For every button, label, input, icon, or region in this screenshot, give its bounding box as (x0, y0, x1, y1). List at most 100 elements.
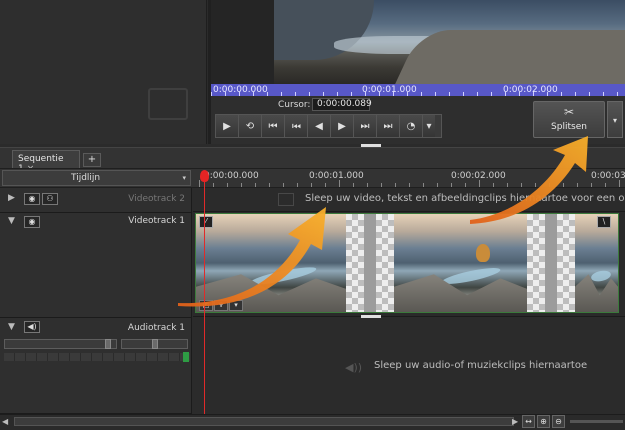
track-name: Videotrack 2 (128, 194, 185, 204)
play-button[interactable]: ▶ (216, 115, 239, 137)
track-name: Videotrack 1 (128, 216, 185, 226)
drop-hint-video: Sleep uw video, tekst en afbeeldingclips… (305, 193, 625, 204)
playhead-handle[interactable] (200, 170, 209, 182)
ruler-tick (479, 180, 480, 187)
clip-effects-icon[interactable]: ◩ (199, 300, 213, 311)
clip-tools: ◩ ♆ ▾ (199, 300, 243, 311)
zoom-in-icon[interactable]: ⊕ (537, 415, 550, 428)
split-button[interactable]: ✂ Splitsen (533, 101, 605, 138)
scroll-right-icon[interactable]: ▶ (512, 417, 518, 426)
image-placeholder-icon (278, 193, 294, 206)
media-library-panel (0, 0, 207, 144)
transition-out-icon[interactable]: \ (597, 216, 611, 228)
preview-ruler-label: 0:00:01.000 (362, 85, 417, 95)
ruler-tick (507, 183, 508, 187)
loop-icon: ⟲ (245, 120, 255, 132)
timeline-ruler-label: 0:00:01.000 (309, 171, 364, 181)
ruler-tick (241, 183, 242, 187)
timeline-ruler[interactable]: 0:00:00.000 0:00:01.000 0:00:02.000 0:00… (193, 169, 625, 187)
ruler-tick (227, 183, 228, 187)
chevron-down-icon: ▾ (612, 116, 617, 125)
scroll-left-icon[interactable]: ◀ (2, 417, 8, 426)
zoom-slider[interactable] (570, 420, 623, 423)
ruler-tick (395, 183, 396, 187)
audio-mic-icon[interactable]: ♆ (214, 300, 228, 311)
timeline-ruler-label: 0:00:00.000 (204, 171, 259, 181)
step-back-button[interactable]: ◀ (308, 115, 331, 137)
people-icon[interactable]: ⚇ (42, 193, 58, 205)
split-dropdown-button[interactable]: ▾ (607, 101, 623, 138)
collapse-icon[interactable]: ▼ (8, 322, 15, 332)
ruler-tick (535, 183, 536, 187)
add-sequence-button[interactable]: + (83, 153, 101, 167)
audio-level-meter (4, 353, 190, 361)
pan-slider-knob[interactable] (152, 339, 158, 349)
speaker-icon: ◀)) (345, 361, 363, 374)
previous-clip-icon: ⏭ (291, 120, 301, 132)
track-name: Audiotrack 1 (127, 323, 185, 333)
next-clip-icon: ⏭ (360, 120, 370, 132)
tab-sequence-1[interactable]: Sequentie 1× (12, 150, 80, 174)
eye-icon[interactable]: ◉ (24, 216, 40, 228)
step-back-icon: ◀ (315, 120, 323, 132)
loop-button[interactable]: ⟲ (239, 115, 262, 137)
eye-icon[interactable]: ◉ (24, 193, 40, 205)
zoom-out-icon[interactable]: ⊖ (552, 415, 565, 428)
step-forward-icon: ▶ (338, 120, 346, 132)
scrollbar-thumb[interactable] (14, 417, 514, 426)
go-to-start-button[interactable]: ⏮ (262, 115, 285, 137)
ruler-tick (619, 180, 620, 187)
fit-to-window-icon[interactable]: ↔ (522, 415, 535, 428)
timeline-mode-select[interactable]: Tijdlijn ▾ (2, 170, 191, 186)
previous-clip-button[interactable]: ⏭ (285, 115, 308, 137)
speaker-icon[interactable]: ◀) (24, 321, 40, 333)
shuttle-icon: ◔ (406, 120, 416, 132)
next-clip-button[interactable]: ⏭ (354, 115, 377, 137)
clip-menu-icon[interactable]: ▾ (229, 300, 243, 311)
ruler-tick (339, 180, 340, 187)
transport-controls: ▶ ⟲ ⏮ ⏭ ◀ ▶ ⏭ ⏭ ◔ ▾ (215, 114, 442, 138)
more-dropdown-icon: ▾ (426, 120, 432, 132)
ruler-tick (283, 183, 284, 187)
ruler-tick (577, 183, 578, 187)
preview-ruler-label: 0:00:02.000 (503, 85, 558, 95)
transport-more-button[interactable]: ▾ (423, 115, 435, 137)
pan-slider[interactable] (121, 339, 188, 349)
ruler-tick (591, 183, 592, 187)
ruler-tick (311, 183, 312, 187)
cursor-time-field[interactable]: 0:00:00.089 (312, 98, 372, 111)
ruler-tick (367, 183, 368, 187)
expand-icon[interactable]: ▶ (8, 193, 15, 203)
collapse-icon[interactable]: ▼ (8, 216, 15, 226)
ruler-tick (353, 183, 354, 187)
ruler-tick (563, 183, 564, 187)
ruler-tick (451, 183, 452, 187)
ruler-tick (605, 183, 606, 187)
ruler-tick (423, 183, 424, 187)
go-to-end-icon: ⏭ (383, 120, 393, 132)
chevron-down-icon: ▾ (182, 174, 186, 182)
balloon (476, 244, 490, 262)
track-header-video-1: ▼ ◉ Videotrack 1 (0, 213, 192, 318)
preview-frame (274, 0, 625, 84)
drop-hint-audio: Sleep uw audio-of muziekclips hiernaarto… (374, 360, 588, 371)
step-forward-button[interactable]: ▶ (331, 115, 354, 137)
transition-in-icon[interactable]: ⁄ (199, 216, 213, 228)
ruler-tick (465, 183, 466, 187)
playhead-line[interactable] (204, 178, 205, 414)
preview-ruler[interactable]: 0:00:00.000 0:00:01.000 0:00:02.000 (211, 84, 625, 96)
ruler-tick (549, 183, 550, 187)
ruler-tick (521, 183, 522, 187)
ruler-tick (325, 183, 326, 187)
go-to-start-icon: ⏮ (268, 120, 278, 132)
video-clip[interactable] (195, 213, 619, 313)
go-to-end-button[interactable]: ⏭ (377, 115, 400, 137)
ruler-tick (255, 183, 256, 187)
ruler-tick (297, 183, 298, 187)
split-button-label: Splitsen (551, 122, 587, 132)
shuttle-button[interactable]: ◔ (400, 115, 423, 137)
volume-slider-knob[interactable] (105, 339, 111, 349)
preview-ruler-label: 0:00:00.000 (213, 85, 268, 95)
volume-slider[interactable] (4, 339, 117, 349)
play-icon: ▶ (223, 120, 231, 132)
